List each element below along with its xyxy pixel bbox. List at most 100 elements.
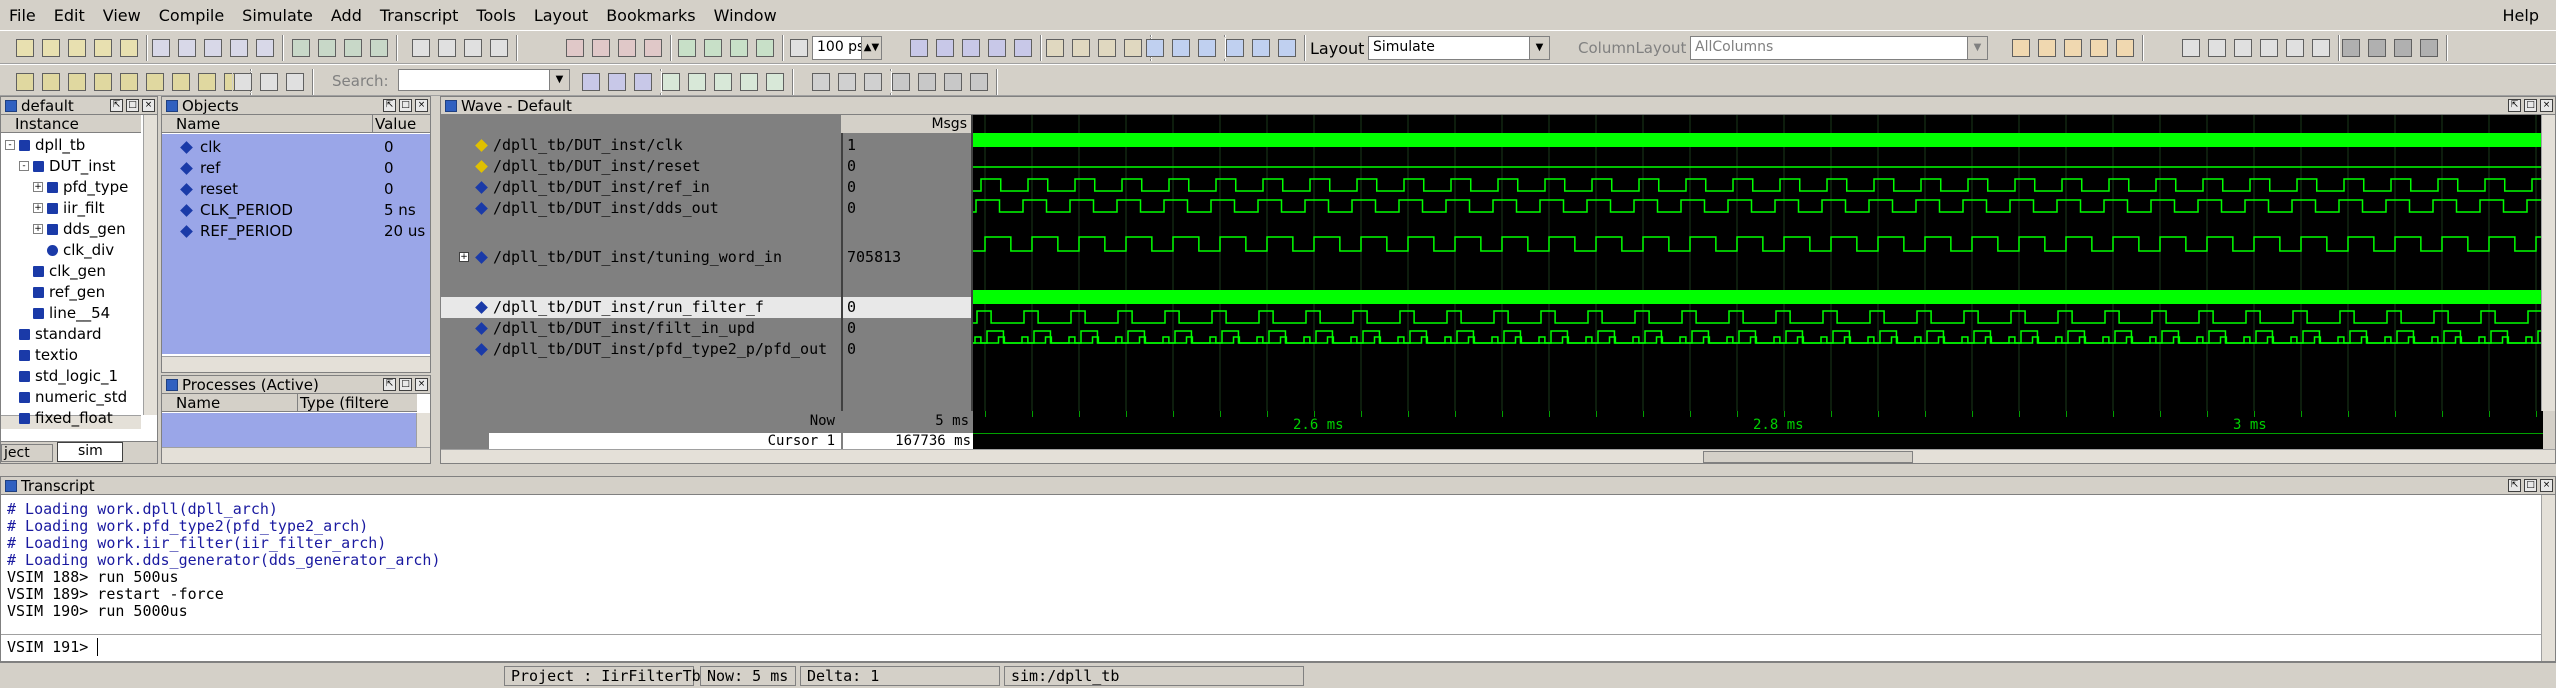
continue-icon[interactable] bbox=[934, 37, 956, 59]
chevron-down-icon[interactable]: ▼ bbox=[1967, 37, 1987, 59]
menu-view[interactable]: View bbox=[94, 6, 150, 25]
wave-horizontal-scrollbar[interactable] bbox=[441, 449, 2555, 463]
gear3-icon[interactable] bbox=[2392, 37, 2414, 59]
wave-vertical-scrollbar[interactable] bbox=[2541, 115, 2555, 411]
dock-icon[interactable]: ⇱ bbox=[2508, 99, 2521, 112]
remove-icon[interactable] bbox=[642, 37, 664, 59]
dock-icon[interactable]: ⇱ bbox=[383, 99, 396, 112]
object-row[interactable]: CLK_PERIOD 5 ns bbox=[162, 200, 430, 221]
expand-y-icon[interactable] bbox=[170, 71, 192, 93]
close-icon[interactable]: × bbox=[415, 99, 428, 112]
paste-icon[interactable] bbox=[202, 37, 224, 59]
edge-next-icon[interactable] bbox=[258, 71, 280, 93]
instance-vertical-scrollbar[interactable] bbox=[143, 115, 157, 415]
w1-icon[interactable] bbox=[2180, 37, 2202, 59]
w5-icon[interactable] bbox=[2284, 37, 2306, 59]
instance-item[interactable]: + dds_gen bbox=[1, 219, 141, 240]
zoom-out-y-icon[interactable] bbox=[144, 71, 166, 93]
find-next-icon[interactable] bbox=[606, 71, 628, 93]
delete-cursor-icon[interactable] bbox=[2036, 37, 2058, 59]
run-icon[interactable] bbox=[908, 37, 930, 59]
object-row[interactable]: ref 0 bbox=[162, 158, 430, 179]
menu-help[interactable]: Help bbox=[2494, 6, 2548, 25]
wave-signal-row[interactable]: /dpll_tb/DUT_inst/ref_in bbox=[441, 177, 841, 198]
wave-signal-row[interactable]: /dpll_tb/DUT_inst/reset bbox=[441, 156, 841, 177]
lock-icon[interactable] bbox=[2062, 37, 2084, 59]
object-row[interactable]: REF_PERIOD 20 us bbox=[162, 221, 430, 242]
step-into-icon[interactable] bbox=[1044, 37, 1066, 59]
layout-select[interactable]: Simulate ▼ bbox=[1368, 36, 1550, 60]
instance-item[interactable]: textio bbox=[1, 345, 141, 366]
restart-sim-icon[interactable] bbox=[1276, 37, 1298, 59]
column-layout-select[interactable]: AllColumns ▼ bbox=[1690, 36, 1988, 60]
cursor-d-icon[interactable] bbox=[968, 71, 990, 93]
run-all-icon[interactable] bbox=[960, 37, 982, 59]
expand-icon[interactable]: + bbox=[33, 224, 43, 234]
step-down-icon[interactable] bbox=[1170, 37, 1192, 59]
expand-icon[interactable]: + bbox=[33, 182, 43, 192]
find-all-icon[interactable] bbox=[632, 71, 654, 93]
instance-item[interactable]: standard bbox=[1, 324, 141, 345]
gear-icon[interactable] bbox=[2340, 37, 2362, 59]
select-mode-icon[interactable] bbox=[410, 37, 432, 59]
menu-layout[interactable]: Layout bbox=[525, 6, 597, 25]
step-up-icon[interactable] bbox=[1144, 37, 1166, 59]
w4-icon[interactable] bbox=[2258, 37, 2280, 59]
open-icon[interactable] bbox=[40, 37, 62, 59]
wave-format3-icon[interactable] bbox=[862, 71, 884, 93]
menu-compile[interactable]: Compile bbox=[150, 6, 233, 25]
copy-icon[interactable] bbox=[176, 37, 198, 59]
close-icon[interactable]: × bbox=[2540, 99, 2553, 112]
instance-item[interactable]: clk_div bbox=[1, 240, 141, 261]
undo-icon[interactable] bbox=[228, 37, 250, 59]
step-icon[interactable] bbox=[754, 37, 776, 59]
wave-scroll-thumb[interactable] bbox=[1703, 451, 1913, 463]
zoom-fit-icon[interactable] bbox=[1122, 37, 1144, 59]
gear2-icon[interactable] bbox=[2366, 37, 2388, 59]
dock-icon[interactable]: ⇱ bbox=[383, 378, 396, 391]
close-icon[interactable]: × bbox=[415, 378, 428, 391]
close-icon[interactable]: × bbox=[142, 99, 155, 112]
wave-format2-icon[interactable] bbox=[836, 71, 858, 93]
zoom-mode2-icon[interactable] bbox=[436, 37, 458, 59]
objects-value-header[interactable]: Value bbox=[372, 115, 430, 133]
stop-icon[interactable] bbox=[1012, 37, 1034, 59]
maximize-icon[interactable]: □ bbox=[2524, 99, 2537, 112]
instance-column-header[interactable]: Instance bbox=[1, 115, 141, 133]
step-back-icon[interactable] bbox=[1196, 37, 1218, 59]
zoom-cursor-icon[interactable] bbox=[738, 71, 760, 93]
wave-signal-row[interactable]: /dpll_tb/DUT_inst/clk bbox=[441, 135, 841, 156]
zoom-range-icon[interactable] bbox=[764, 71, 786, 93]
collapse-icon[interactable] bbox=[1250, 37, 1272, 59]
transcript-vertical-scrollbar[interactable] bbox=[2541, 495, 2555, 661]
memory-icon[interactable] bbox=[368, 37, 390, 59]
processes-name-header[interactable]: Name bbox=[162, 394, 297, 412]
wave-signal-row[interactable]: /dpll_tb/DUT_inst/filt_in_upd bbox=[441, 318, 841, 339]
signal-up-icon[interactable] bbox=[14, 71, 36, 93]
wave-format1-icon[interactable] bbox=[810, 71, 832, 93]
menu-simulate[interactable]: Simulate bbox=[233, 6, 322, 25]
maximize-icon[interactable]: □ bbox=[126, 99, 139, 112]
wave-signal-row[interactable]: /dpll_tb/DUT_inst/run_filter_f bbox=[441, 297, 841, 318]
chevron-down-icon[interactable]: ▼ bbox=[549, 70, 569, 90]
instance-item[interactable]: fixed_float bbox=[1, 408, 141, 429]
back-icon[interactable] bbox=[702, 37, 724, 59]
menu-window[interactable]: Window bbox=[705, 6, 786, 25]
goto-icon[interactable] bbox=[2114, 37, 2136, 59]
objects-name-header[interactable]: Name bbox=[162, 115, 372, 133]
print-icon[interactable] bbox=[118, 37, 140, 59]
menu-file[interactable]: File bbox=[0, 6, 45, 25]
run-length-input[interactable]: 100 ps ▲▼ bbox=[812, 36, 882, 60]
wave-signal-row[interactable]: + /dpll_tb/DUT_inst/tuning_word_in bbox=[441, 247, 841, 268]
maximize-icon[interactable]: □ bbox=[399, 378, 412, 391]
instance-item[interactable]: numeric_std bbox=[1, 387, 141, 408]
object-row[interactable]: clk 0 bbox=[162, 137, 430, 158]
w6-icon[interactable] bbox=[2310, 37, 2332, 59]
edit-icon[interactable] bbox=[488, 37, 510, 59]
processes-horizontal-scrollbar[interactable] bbox=[162, 447, 430, 463]
instance-item[interactable]: - DUT_inst bbox=[1, 156, 141, 177]
zoom-full-icon[interactable] bbox=[712, 71, 734, 93]
ungroup-icon[interactable] bbox=[92, 71, 114, 93]
run-icon-a-icon[interactable] bbox=[788, 37, 810, 59]
zoom-in-y-icon[interactable] bbox=[118, 71, 140, 93]
